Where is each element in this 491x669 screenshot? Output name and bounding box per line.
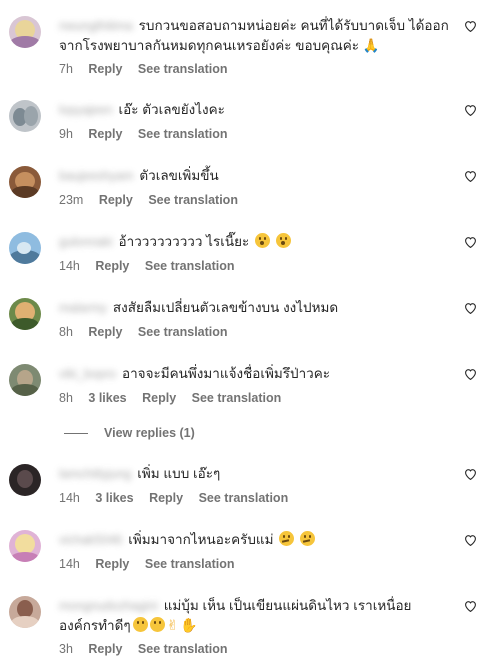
reply-button[interactable]: Reply [95, 557, 129, 571]
see-translation-button[interactable]: See translation [148, 193, 238, 207]
confused-face-emoji [300, 531, 316, 546]
avatar[interactable] [9, 464, 41, 496]
see-translation-button[interactable]: See translation [138, 127, 228, 141]
heart-outline-icon[interactable] [464, 534, 477, 546]
comment-time: 9h [59, 127, 73, 141]
astonished-face-emoji [255, 233, 270, 248]
reply-button[interactable]: Reply [88, 127, 122, 141]
see-translation-button[interactable]: See translation [192, 391, 282, 405]
view-replies-button[interactable]: View replies (1) [64, 426, 195, 440]
heart-outline-icon[interactable] [464, 20, 477, 32]
view-replies-label: View replies (1) [104, 426, 195, 440]
comment-body: vichak5046 เพิ่มมาจากไหนอะครับแม่ 14h Rep… [59, 530, 451, 574]
comment-meta: 7h Reply See translation [59, 60, 451, 79]
comment-meta: 3h Reply See translation [59, 640, 451, 659]
username[interactable]: nwungthitima [59, 17, 133, 36]
see-translation-button[interactable]: See translation [145, 557, 235, 571]
comment-body: lopyajeen เอ๊ะ ตัวเลขยังไงคะ 9h Reply See… [59, 100, 451, 144]
see-translation-button[interactable]: See translation [138, 62, 228, 76]
see-translation-button[interactable]: See translation [145, 259, 235, 273]
comment-text: ตัวเลขเพิ่มขึ้น [139, 168, 219, 183]
comment-time: 14h [59, 491, 80, 505]
reply-button[interactable]: Reply [149, 491, 183, 505]
username[interactable]: malarmy [59, 299, 107, 318]
reply-button[interactable]: Reply [88, 62, 122, 76]
username[interactable]: lopyajeen [59, 101, 113, 120]
heart-outline-icon[interactable] [464, 104, 477, 116]
comment-time: 23m [59, 193, 84, 207]
comment-body: gulonnaki อ้าววววววววว ไรเนี๊ยะ 14h Reply… [59, 232, 451, 276]
username[interactable]: baujeeshyam [59, 167, 133, 186]
reply-button[interactable]: Reply [95, 259, 129, 273]
heart-outline-icon[interactable] [464, 170, 477, 182]
comment-meta: 8h Reply See translation [59, 323, 451, 342]
avatar[interactable] [9, 530, 41, 562]
username[interactable]: gulonnaki [59, 233, 113, 252]
heart-outline-icon[interactable] [464, 302, 477, 314]
grimacing-face-emoji [132, 617, 148, 632]
comment-body: nwungthitima รบกวนขอสอบถามหน่อยค่ะ คนที่ไ… [59, 16, 451, 79]
comment-body: malarmy สงสัยลืมเปลี่ยนตัวเลขข้างบน งงไปห… [59, 298, 451, 342]
see-translation-button[interactable]: See translation [138, 642, 228, 656]
username[interactable]: mongnudozhagini [59, 597, 158, 616]
comment-text: สงสัยลืมเปลี่ยนตัวเลขข้างบน งงไปหมด [112, 300, 339, 315]
avatar[interactable] [9, 298, 41, 330]
comment-time: 7h [59, 62, 73, 76]
comment-body: viki_bopro อาจจะมีคนพึ่งมาแจ้งชื่อเพิ่มรึ… [59, 364, 451, 408]
comment-meta: 14h 3 likes Reply See translation [59, 489, 451, 508]
reply-button[interactable]: Reply [99, 193, 133, 207]
likes-count[interactable]: 3 likes [88, 391, 126, 405]
comment-meta: 23m Reply See translation [59, 191, 451, 210]
comment-body: baujeeshyam ตัวเลขเพิ่มขึ้น 23m Reply See… [59, 166, 451, 210]
avatar[interactable] [9, 100, 41, 132]
comment-meta: 14h Reply See translation [59, 555, 451, 574]
heart-outline-icon[interactable] [464, 236, 477, 248]
comment-meta: 14h Reply See translation [59, 257, 451, 276]
astonished-face-emoji [275, 233, 291, 248]
raised-hand-emoji: ✋ [180, 617, 198, 633]
see-translation-button[interactable]: See translation [138, 325, 228, 339]
likes-count[interactable]: 3 likes [95, 491, 133, 505]
screaming-face-emoji [149, 617, 165, 632]
avatar[interactable] [9, 166, 41, 198]
heart-outline-icon[interactable] [464, 368, 477, 380]
reply-button[interactable]: Reply [88, 642, 122, 656]
username[interactable]: vichak5046 [59, 531, 122, 550]
comment-text: อาจจะมีคนพึ่งมาแจ้งชื่อเพิ่มรึป่าวคะ [121, 366, 331, 381]
comment-time: 14h [59, 259, 80, 273]
comment-text: เอ๊ะ ตัวเลขยังไงคะ [118, 102, 225, 117]
confused-face-emoji [279, 531, 295, 546]
avatar[interactable] [9, 364, 41, 396]
comment-text: อ้าววววววววว ไรเนี๊ยะ [118, 234, 250, 249]
comment-time: 3h [59, 642, 73, 656]
comment-time: 8h [59, 325, 73, 339]
comment-text: เพิ่มมาจากไหนอะครับแม่ [128, 532, 274, 547]
comment-body: lamchitlyjung เพิ่ม แบบ เอ๊ะๆ 14h 3 likes… [59, 464, 451, 508]
username[interactable]: lamchitlyjung [59, 465, 131, 484]
comment-time: 8h [59, 391, 73, 405]
comment-text: เพิ่ม แบบ เอ๊ะๆ [137, 466, 221, 481]
heart-outline-icon[interactable] [464, 468, 477, 480]
reply-button[interactable]: Reply [88, 325, 122, 339]
ok-hand-emoji: ✌ [166, 617, 179, 633]
avatar[interactable] [9, 16, 41, 48]
comment-meta: 9h Reply See translation [59, 125, 451, 144]
reply-button[interactable]: Reply [142, 391, 176, 405]
avatar[interactable] [9, 232, 41, 264]
comment-body: mongnudozhagini แม่บุ้ม เห็น เป็นเขียนแผ่… [59, 596, 451, 659]
replies-divider [64, 432, 88, 434]
comment-time: 14h [59, 557, 80, 571]
heart-outline-icon[interactable] [464, 600, 477, 612]
comment-meta: 8h 3 likes Reply See translation [59, 389, 451, 408]
see-translation-button[interactable]: See translation [199, 491, 289, 505]
username[interactable]: viki_bopro [59, 365, 116, 384]
avatar[interactable] [9, 596, 41, 628]
